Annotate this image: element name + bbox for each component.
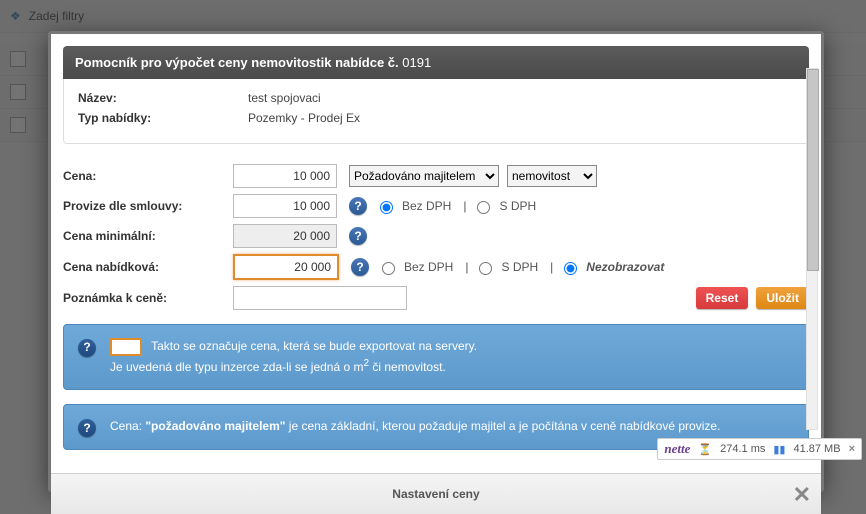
debug-bar[interactable]: nette ⏳ 274.1 ms ▮▮ 41.87 MB × (657, 438, 862, 460)
footer-title: Nastavení ceny (392, 487, 479, 501)
help-icon[interactable]: ? (349, 227, 367, 245)
name-value: test spojovaci (248, 91, 321, 105)
nab-bezdph-label: Bez DPH (404, 260, 453, 274)
row-min: Cena minimální: ? (63, 224, 809, 248)
note-input[interactable] (233, 286, 407, 310)
scrollbar-thumb[interactable] (807, 69, 819, 271)
row-note: Poznámka k ceně: Reset Uložit (63, 286, 809, 310)
note-label: Poznámka k ceně: (63, 291, 233, 305)
hint2-strong: "požadováno majitelem" (145, 419, 285, 433)
help-icon: ? (78, 339, 96, 357)
row-nabidkova: Cena nabídková: ? Bez DPH | S DPH | Nezo… (63, 254, 809, 280)
cena-unit-select[interactable]: nemovitost (507, 165, 597, 187)
nab-sdph-label: S DPH (501, 260, 538, 274)
provize-bezdph-label: Bez DPH (402, 199, 451, 213)
debug-close-icon[interactable]: × (849, 443, 855, 455)
dialog-footer: Nastavení ceny ✕ (51, 473, 821, 514)
provize-bezdph-radio[interactable] (380, 201, 393, 214)
dialog-body: Pomocník pro výpočet ceny nemovitostik n… (51, 34, 821, 473)
hint2-pre: Cena: (110, 419, 145, 433)
hint1-line2b: či nemovitost. (369, 360, 446, 374)
dialog-header: Pomocník pro výpočet ceny nemovitostik n… (63, 46, 809, 79)
save-button[interactable]: Uložit (756, 287, 809, 309)
debug-time: 274.1 ms (720, 443, 765, 455)
provize-input[interactable] (233, 194, 337, 218)
nab-bezdph-radio[interactable] (382, 262, 395, 275)
hint2-mid: je cena základní, kterou požaduje majite… (289, 419, 721, 433)
chart-icon: ▮▮ (773, 443, 785, 456)
help-icon[interactable]: ? (351, 258, 369, 276)
cena-label: Cena: (63, 169, 233, 183)
hint1-line1: Takto se označuje cena, která se bude ex… (151, 339, 477, 353)
hint-export: ? Takto se označuje cena, která se bude … (63, 324, 809, 390)
reset-button[interactable]: Reset (696, 287, 749, 309)
nabidkova-label: Cena nabídková: (63, 260, 233, 274)
help-icon: ? (78, 419, 96, 437)
row-cena: Cena: Požadováno majitelem nemovitost (63, 164, 809, 188)
type-value: Pozemky - Prodej Ex (248, 111, 360, 125)
min-input (233, 224, 337, 248)
provize-label: Provize dle smlouvy: (63, 199, 233, 213)
provize-sdph-radio[interactable] (477, 201, 490, 214)
offer-number: 0191 (402, 55, 431, 70)
cena-input[interactable] (233, 164, 337, 188)
provize-sdph-label: S DPH (499, 199, 536, 213)
help-icon[interactable]: ? (349, 197, 367, 215)
type-label: Typ nabídky: (78, 111, 248, 125)
export-swatch (110, 338, 142, 356)
nab-sdph-radio[interactable] (479, 262, 492, 275)
close-icon[interactable]: ✕ (793, 482, 811, 508)
debug-mem: 41.87 MB (793, 443, 840, 455)
scrollbar[interactable] (806, 68, 818, 430)
hint1-line2a: Je uvedená dle typu inzerce zda-li se je… (110, 360, 363, 374)
name-label: Název: (78, 91, 248, 105)
min-label: Cena minimální: (63, 229, 233, 243)
dialog: Pomocník pro výpočet ceny nemovitostik n… (48, 31, 824, 492)
debug-brand: nette (664, 441, 690, 457)
row-provize: Provize dle smlouvy: ? Bez DPH | S DPH (63, 194, 809, 218)
dialog-title: Pomocník pro výpočet ceny nemovitostik n… (75, 55, 402, 70)
timer-icon: ⏳ (698, 443, 712, 456)
info-panel: Název: test spojovaci Typ nabídky: Pozem… (63, 79, 809, 144)
nab-nezobr-radio[interactable] (564, 262, 577, 275)
nabidkova-input[interactable] (233, 254, 339, 280)
cena-kind-select[interactable]: Požadováno majitelem (349, 165, 499, 187)
nab-nezobr-label: Nezobrazovat (586, 260, 664, 274)
